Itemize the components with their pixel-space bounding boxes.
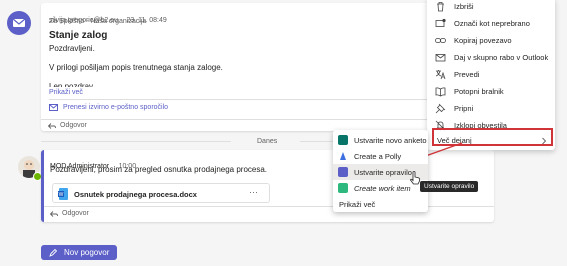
planner-icon — [338, 167, 348, 177]
envelope-icon — [49, 104, 58, 111]
menu-item-mark-unread[interactable]: Označi kot neprebrano — [427, 15, 555, 32]
svg-text:W: W — [59, 192, 64, 198]
unread-icon — [435, 18, 446, 27]
submenu-item-new-survey[interactable]: Ustvarite novo anketo — [333, 132, 428, 148]
submenu-item-label: Create work item — [354, 184, 411, 193]
message-body: Pozdravljeni, prosim za pregled osnutka … — [50, 165, 268, 174]
date-divider-line-left — [41, 141, 231, 142]
download-email-label: Prenesi izvirno e-poštno sporočilo — [63, 104, 169, 111]
menu-item-label: Pripni — [454, 104, 474, 113]
submenu-item-show-more[interactable]: Prikaži več — [333, 196, 428, 212]
message-greeting: Pozdravljeni. — [49, 44, 95, 53]
file-attachment[interactable]: W Osnutek prodajnega procesa.docx ··· — [52, 183, 270, 203]
compose-icon — [49, 248, 58, 257]
mail-icon — [435, 54, 446, 62]
file-more-options-button[interactable]: ··· — [249, 187, 258, 197]
trash-icon — [437, 2, 444, 12]
link-icon — [435, 38, 446, 43]
menu-item-immersive-reader[interactable]: Potopni bralnik — [427, 83, 555, 100]
message-subject: Stanje zalog — [49, 30, 108, 41]
polly-icon — [340, 152, 346, 160]
divider — [49, 99, 487, 100]
menu-item-label: Označi kot neprebrano — [454, 19, 530, 28]
forms-icon — [338, 135, 348, 145]
translate-icon — [435, 70, 446, 80]
menu-item-label: Daj v skupno rabo v Outlook — [454, 53, 549, 62]
file-name: Osnutek prodajnega procesa.docx — [74, 190, 197, 199]
menu-item-label: Izbriši — [454, 2, 474, 11]
reply-icon — [50, 210, 58, 217]
email-avatar — [7, 11, 31, 35]
menu-item-translate[interactable]: Prevedi — [427, 66, 555, 83]
workitem-icon — [338, 183, 348, 193]
show-more-link[interactable]: Prikaži več — [49, 89, 83, 96]
mail-icon — [12, 18, 26, 27]
submenu-item-polly[interactable]: Create a Polly — [333, 148, 428, 164]
reply-label: Odgovor — [60, 122, 87, 129]
menu-item-label: Kopiraj povezavo — [454, 36, 512, 45]
menu-item-pin[interactable]: Pripni — [427, 100, 555, 117]
reader-icon — [435, 87, 446, 97]
menu-item-label: Potopni bralnik — [454, 87, 504, 96]
submenu-item-label: Prikaži več — [339, 200, 376, 209]
submenu-item-label: Create a Polly — [354, 152, 402, 161]
submenu-item-label: Ustvarite novo anketo — [354, 136, 427, 145]
menu-item-label: Prevedi — [454, 70, 480, 79]
reply-label: Odgovor — [62, 210, 89, 217]
menu-item-delete[interactable]: Izbriši — [427, 0, 555, 15]
date-divider: Danes — [257, 138, 278, 145]
reply-button[interactable]: Odgovor — [48, 122, 87, 129]
reply-button[interactable]: Odgovor — [50, 210, 89, 217]
new-conversation-button[interactable]: Nov pogovor — [41, 245, 117, 260]
new-conversation-label: Nov pogovor — [64, 248, 110, 257]
tooltip: Ustvarite opravilo — [420, 181, 479, 192]
menu-item-share-outlook[interactable]: Daj v skupno rabo v Outlook — [427, 49, 555, 66]
reply-icon — [48, 122, 56, 129]
pin-icon — [435, 103, 446, 114]
menu-item-copy-link[interactable]: Kopiraj povezavo — [427, 32, 555, 49]
word-file-icon: W — [58, 188, 68, 200]
message-cut-text: Lep pozdrav — [49, 82, 94, 87]
message-body: V prilogi pošiljam popis trenutnega stan… — [49, 63, 223, 72]
download-email-link[interactable]: Prenesi izvirno e-poštno sporočilo — [49, 104, 168, 111]
recipient-line: Za Splošno - Naša organizacija — [49, 18, 147, 25]
submenu-item-label: Ustvarite opravilo — [354, 168, 412, 177]
